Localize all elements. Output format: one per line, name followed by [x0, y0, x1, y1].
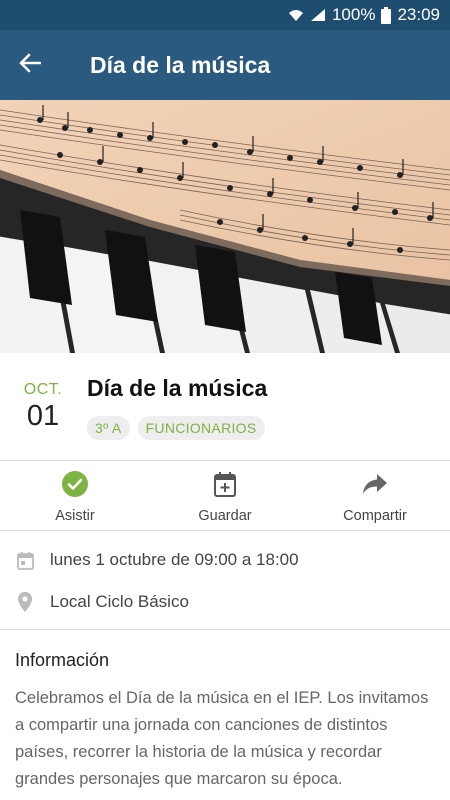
- event-details: lunes 1 octubre de 09:00 a 18:00 Local C…: [0, 531, 450, 630]
- location-pin-icon: [0, 592, 50, 612]
- signal-icon: [310, 8, 326, 22]
- app-bar: Día de la música: [0, 30, 450, 100]
- back-button[interactable]: [0, 30, 60, 100]
- event-location: Local Ciclo Básico: [50, 592, 189, 611]
- arrow-back-icon: [19, 53, 42, 78]
- attend-button[interactable]: Asistir: [0, 461, 150, 530]
- wifi-icon: [288, 8, 304, 22]
- attend-label: Asistir: [55, 508, 95, 524]
- clock: 23:09: [397, 5, 440, 24]
- tag-chip: FUNCIONARIOS: [137, 416, 265, 440]
- save-button[interactable]: Guardar: [150, 461, 300, 530]
- event-hero-image: [0, 100, 450, 353]
- battery-icon: [381, 6, 392, 24]
- save-label: Guardar: [198, 508, 252, 524]
- share-icon: [362, 470, 388, 498]
- event-actions: Asistir Guardar Compartir: [0, 461, 450, 531]
- event-datetime: lunes 1 octubre de 09:00 a 18:00: [50, 550, 299, 569]
- tag-chip: 3º A: [87, 416, 130, 440]
- event-header: OCT. 01 Día de la música 3º A FUNCIONARI…: [0, 353, 450, 461]
- datetime-row: lunes 1 octubre de 09:00 a 18:00: [0, 545, 450, 575]
- page-title: Día de la música: [90, 51, 271, 78]
- information-heading: Información: [15, 650, 110, 670]
- information-body: Celebramos el Día de la música en el IEP…: [15, 689, 429, 788]
- calendar-icon: [0, 551, 50, 570]
- share-label: Compartir: [343, 508, 407, 524]
- location-row: Local Ciclo Básico: [0, 587, 450, 617]
- event-tags: 3º A FUNCIONARIOS: [87, 416, 265, 440]
- status-bar: 100% 23:09: [0, 0, 450, 30]
- share-button[interactable]: Compartir: [300, 461, 450, 530]
- battery-percent: 100%: [331, 5, 376, 24]
- check-circle-icon: [62, 470, 88, 498]
- event-date: OCT. 01: [18, 381, 68, 433]
- event-title: Día de la música: [87, 375, 268, 401]
- calendar-add-icon: [213, 470, 237, 498]
- event-information: Información Celebramos el Día de la músi…: [15, 650, 435, 793]
- event-month: OCT.: [23, 381, 63, 398]
- event-day: 01: [26, 400, 60, 432]
